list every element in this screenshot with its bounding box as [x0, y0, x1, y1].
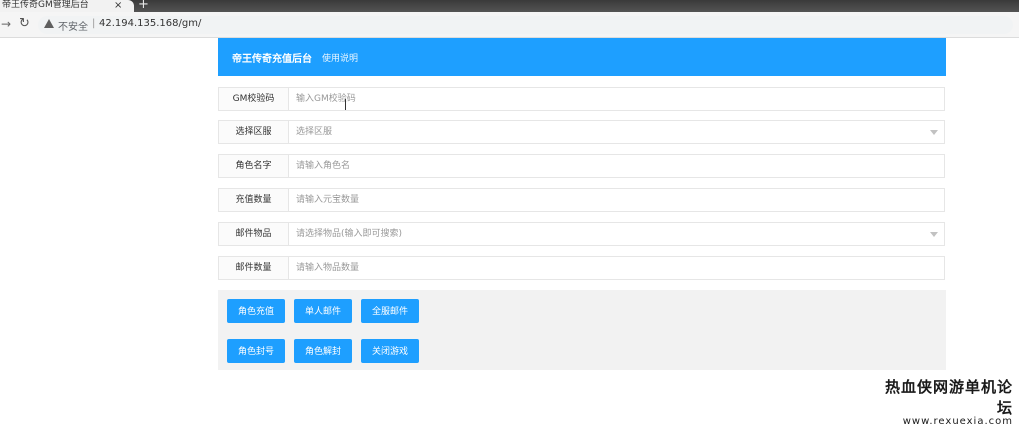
- brand-title[interactable]: 帝王传奇充值后台: [232, 50, 312, 65]
- mail-item-row: 邮件物品 请选择物品(输入即可搜索): [218, 222, 945, 246]
- help-link[interactable]: 使用说明: [322, 51, 358, 64]
- gm-code-label: GM校验码: [219, 88, 289, 110]
- all-mail-button[interactable]: 全服邮件: [361, 299, 419, 323]
- address-bar: → ↻ 不安全 | 42.194.135.168/gm/: [0, 12, 1019, 38]
- gm-code-row: GM校验码: [218, 87, 945, 111]
- recharge-amount-row: 充值数量: [218, 188, 945, 212]
- mail-quantity-label: 邮件数量: [219, 257, 289, 279]
- watermark: 热血侠网游单机论坛 www.rexuexia.com: [885, 376, 1013, 427]
- gm-panel: 帝王传奇充值后台 使用说明 GM校验码 选择区服 选择区服 角色名字 充值数量 …: [218, 38, 946, 370]
- warning-icon[interactable]: [44, 19, 54, 28]
- server-row: 选择区服 选择区服: [218, 120, 945, 144]
- new-tab-icon[interactable]: +: [138, 0, 149, 11]
- recharge-button[interactable]: 角色充值: [227, 299, 285, 323]
- unban-button[interactable]: 角色解封: [294, 339, 352, 363]
- mail-quantity-input[interactable]: [290, 257, 944, 279]
- reload-icon[interactable]: ↻: [19, 16, 30, 31]
- server-select[interactable]: 选择区服: [290, 121, 944, 143]
- gm-code-input[interactable]: [290, 88, 944, 110]
- security-label[interactable]: 不安全: [58, 18, 88, 33]
- mail-item-label: 邮件物品: [219, 223, 289, 245]
- browser-tab-title: 帝王传奇GM管理后台: [2, 0, 89, 10]
- role-name-input[interactable]: [290, 155, 944, 177]
- recharge-amount-label: 充值数量: [219, 189, 289, 211]
- forward-icon[interactable]: →: [1, 17, 11, 31]
- mail-quantity-row: 邮件数量: [218, 256, 945, 280]
- action-panel: 角色充值 单人邮件 全服邮件 角色封号 角色解封 关闭游戏: [218, 290, 946, 370]
- watermark-site-name: 热血侠网游单机论坛: [885, 378, 1014, 417]
- close-game-button[interactable]: 关闭游戏: [361, 339, 419, 363]
- text-cursor: [345, 99, 346, 110]
- url-separator: |: [92, 18, 96, 29]
- app-header: 帝王传奇充值后台 使用说明: [218, 38, 946, 76]
- role-name-label: 角色名字: [219, 155, 289, 177]
- watermark-site-url: www.rexuexia.com: [902, 416, 1013, 427]
- browser-tab-bar: 帝王传奇GM管理后台 × +: [0, 0, 1019, 12]
- chevron-down-icon[interactable]: [930, 130, 938, 135]
- ban-button[interactable]: 角色封号: [227, 339, 285, 363]
- tab-close-icon[interactable]: ×: [114, 0, 122, 11]
- mail-item-select[interactable]: 请选择物品(输入即可搜索): [290, 223, 944, 245]
- recharge-amount-input[interactable]: [290, 189, 944, 211]
- url-text[interactable]: 42.194.135.168/gm/: [99, 18, 201, 29]
- server-label: 选择区服: [219, 121, 289, 143]
- chevron-down-icon[interactable]: [930, 232, 938, 237]
- single-mail-button[interactable]: 单人邮件: [294, 299, 352, 323]
- role-name-row: 角色名字: [218, 154, 945, 178]
